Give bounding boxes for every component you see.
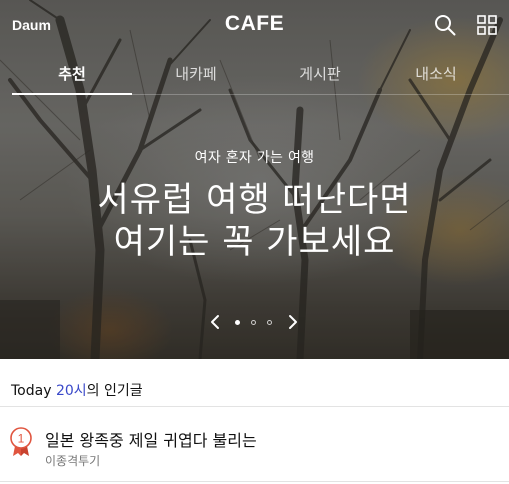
today-prefix: Today — [11, 383, 56, 399]
today-hour: 20시 — [55, 383, 87, 399]
tab-my-cafe[interactable]: 내카페 — [136, 51, 256, 95]
hero-headline-line1: 서유럽 여행 떠난다면 — [97, 180, 412, 220]
post-cafe-name[interactable]: 이종격투기 — [45, 452, 100, 469]
post-title[interactable]: 일본 왕족중 제일 귀엽다 불리는 — [45, 427, 257, 451]
cafe-title[interactable]: CAFE — [0, 12, 509, 36]
tab-my-news[interactable]: 내소식 — [376, 51, 496, 95]
hero-subtitle: 여자 혼자 가는 여행 — [194, 150, 315, 166]
tab-recommended[interactable]: 추천 — [12, 51, 132, 95]
carousel-dot-3[interactable] — [267, 320, 272, 325]
hero-banner[interactable]: Daum CAFE 추천 내카페 게시판 내소식 여자 혼자 가는 여행 서유럽… — [0, 0, 509, 359]
grid-menu-icon[interactable] — [477, 15, 497, 35]
rank-medal-icon: 1 — [10, 427, 32, 456]
today-popular-header: Today 20시의 인기글 — [11, 380, 143, 400]
category-tabs: 추천 내카페 게시판 내소식 — [12, 51, 509, 95]
chevron-right-icon[interactable] — [285, 313, 301, 331]
hero-headline[interactable]: 서유럽 여행 떠난다면 여기는 꼭 가보세요 — [0, 179, 509, 263]
tab-board[interactable]: 게시판 — [260, 51, 380, 95]
carousel-dot-2[interactable] — [251, 320, 256, 325]
search-icon[interactable] — [434, 14, 456, 36]
today-suffix: 의 인기글 — [86, 383, 143, 399]
svg-text:1: 1 — [18, 432, 25, 446]
carousel-controls — [205, 311, 305, 333]
popular-post-item[interactable]: 1 일본 왕족중 제일 귀엽다 불리는 이종격투기 — [0, 407, 509, 484]
carousel-dot-1[interactable] — [235, 320, 240, 325]
divider — [0, 481, 509, 482]
top-bar: Daum CAFE — [0, 0, 509, 50]
hero-headline-line2: 여기는 꼭 가보세요 — [113, 222, 396, 262]
chevron-left-icon[interactable] — [207, 313, 223, 331]
